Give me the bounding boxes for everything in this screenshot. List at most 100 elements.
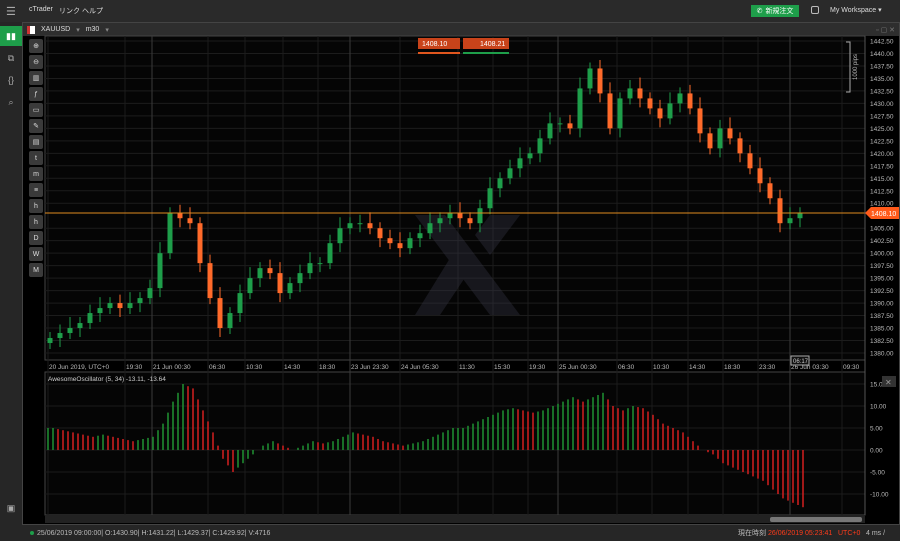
- candle-body: [687, 93, 693, 109]
- candle-body: [147, 288, 153, 299]
- candle-body: [627, 88, 633, 99]
- candle-body: [127, 303, 133, 309]
- price-tick-label: 1390.00: [870, 301, 894, 308]
- candle-body: [337, 228, 343, 244]
- time-tick-label: 18:30: [724, 364, 741, 371]
- oscillator-title: AwesomeOscillator (5, 34) -13.11, -13.64: [48, 376, 166, 383]
- price-tick-label: 1427.50: [870, 113, 894, 120]
- candle-body: [327, 243, 333, 264]
- candle-body: [137, 298, 143, 304]
- candle-body: [397, 243, 403, 249]
- candle-body: [647, 98, 653, 109]
- sell-bar: [418, 52, 460, 54]
- candle-body: [387, 238, 393, 244]
- price-tick-label: 1415.00: [870, 176, 894, 183]
- candle-body: [487, 188, 493, 209]
- time-tick-label: 10:30: [653, 364, 670, 371]
- time-tick-label: 19:30: [126, 364, 143, 371]
- price-tick-label: 1420.00: [870, 151, 894, 158]
- ask-price: 1408.21: [480, 41, 505, 48]
- ao-tick-label: 5.00: [870, 426, 883, 433]
- candle-body: [177, 213, 183, 219]
- time-tick-label: 15:30: [494, 364, 511, 371]
- price-tick-label: 1385.00: [870, 326, 894, 333]
- time-tick-label: 20 Jun 2019, UTC+0: [49, 364, 110, 371]
- candle-body: [427, 223, 433, 234]
- price-tick-label: 1417.50: [870, 163, 894, 170]
- timezone-selector[interactable]: UTC+0: [838, 530, 860, 537]
- candle-body: [797, 213, 803, 219]
- time-tick-label: 23 Jun 23:30: [351, 364, 389, 371]
- candle-body: [67, 328, 73, 334]
- candle-body: [607, 93, 613, 129]
- candle-body: [257, 268, 263, 279]
- chart-canvas[interactable]: 1442.50 1440.00 1437.50 1435.00 1432.50 1430.…: [0, 0, 900, 541]
- candle-body: [187, 218, 193, 224]
- candle-body: [777, 198, 783, 224]
- candle-body: [517, 158, 523, 169]
- price-tick-label: 1405.00: [870, 226, 894, 233]
- price-pane: [44, 35, 866, 361]
- candle-body: [247, 278, 253, 294]
- candle-body: [747, 153, 753, 169]
- price-tick-label: 1387.50: [870, 313, 894, 320]
- candle-body: [417, 233, 423, 239]
- scrollbar-thumb[interactable]: [770, 517, 862, 522]
- candle-body: [297, 273, 303, 284]
- connection-dot-icon: [30, 531, 34, 535]
- time-tick-label: 14:30: [689, 364, 706, 371]
- candle-body: [107, 303, 113, 309]
- candle-body: [717, 128, 723, 149]
- candle-body: [657, 108, 663, 119]
- time-tick-label: 11:30: [459, 364, 475, 371]
- candle-body: [87, 313, 93, 324]
- candle-body: [637, 88, 643, 99]
- buy-bar: [463, 52, 509, 54]
- bid-price: 1408.10: [422, 41, 447, 48]
- time-tick-label: 23:30: [759, 364, 776, 371]
- price-tick-label: 1392.50: [870, 288, 894, 295]
- candle-body: [267, 268, 273, 274]
- price-tick-label: 1397.50: [870, 263, 894, 270]
- price-tick-label: 1400.00: [870, 251, 894, 258]
- candle-body: [597, 68, 603, 94]
- price-tick-label: 1440.00: [870, 51, 894, 58]
- candle-body: [437, 218, 443, 224]
- price-tick-label: 1422.50: [870, 138, 894, 145]
- ao-tick-label: -10.00: [870, 492, 889, 499]
- candle-body: [47, 338, 53, 344]
- candle-body: [197, 223, 203, 264]
- candle-body: [757, 168, 763, 184]
- candle-body: [57, 333, 63, 339]
- candle-body: [307, 263, 313, 274]
- candle-body: [287, 283, 293, 294]
- candle-body: [547, 123, 553, 139]
- price-tick-label: 1432.50: [870, 88, 894, 95]
- current-time-label: 現在時刻: [738, 530, 766, 537]
- candle-body: [117, 303, 123, 309]
- candle-body: [767, 183, 773, 199]
- candle-body: [477, 208, 483, 224]
- price-tick-label: 1442.50: [870, 39, 894, 46]
- candle-body: [457, 213, 463, 219]
- candle-body: [697, 108, 703, 134]
- bar-countdown: 06:17: [793, 359, 809, 365]
- ao-tick-label: 0.00: [870, 448, 883, 455]
- candle-body: [787, 218, 793, 224]
- time-tick-label: 10:30: [246, 364, 263, 371]
- time-tick-label: 06:30: [618, 364, 635, 371]
- horizontal-scrollbar[interactable]: [45, 516, 865, 523]
- candle-body: [577, 88, 583, 129]
- candle-body: [407, 238, 413, 249]
- price-tick-label: 1435.00: [870, 76, 894, 83]
- candle-body: [377, 228, 383, 239]
- time-tick-label: 24 Jun 05:30: [401, 364, 439, 371]
- candle-body: [237, 293, 243, 314]
- time-tick-label: 21 Jun 00:30: [153, 364, 191, 371]
- price-tick-label: 1402.50: [870, 238, 894, 245]
- candle-body: [77, 323, 83, 329]
- candle-body: [157, 253, 163, 289]
- candle-body: [277, 273, 283, 294]
- status-bar: 25/06/2019 09:00:00| O:1430.90| H:1431.2…: [0, 525, 900, 541]
- candle-body: [737, 138, 743, 154]
